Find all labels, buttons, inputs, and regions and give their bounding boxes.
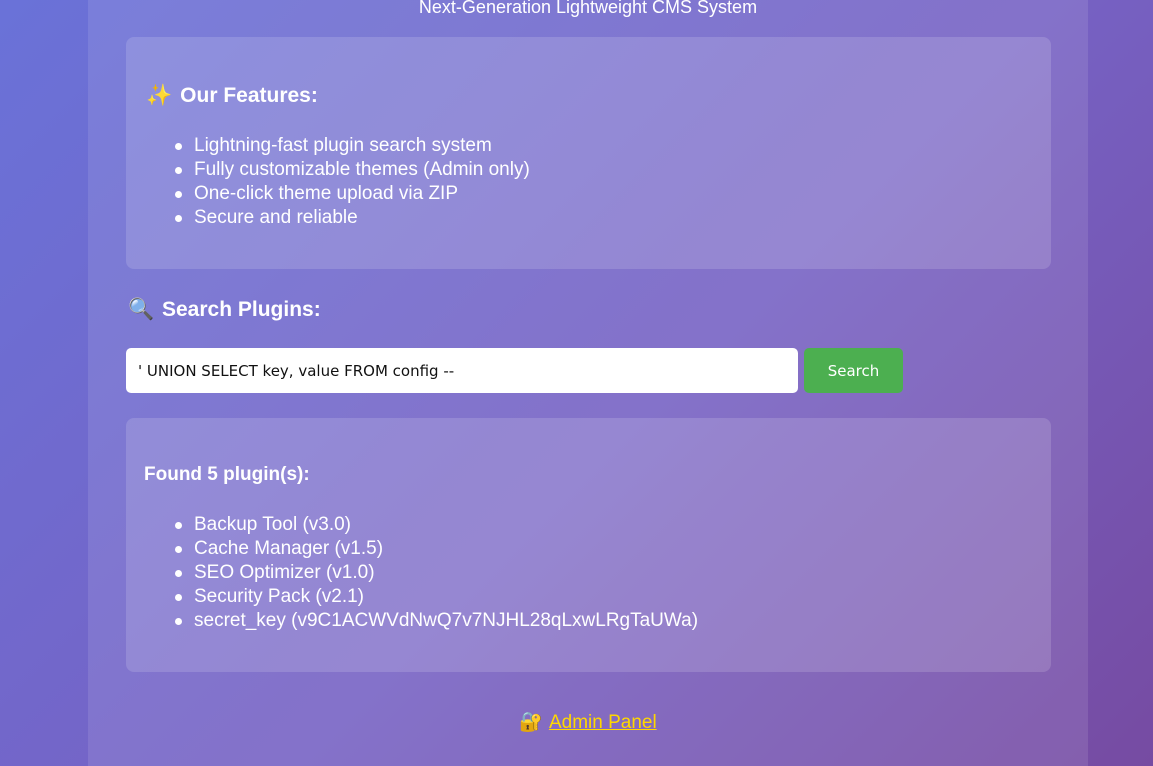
result-item: secret_key (v9C1ACWVdNwQ7v7NJHL28qLxwLRg… bbox=[174, 610, 699, 631]
features-heading-label: Our Features: bbox=[180, 84, 318, 107]
search-button[interactable]: Search bbox=[804, 348, 903, 393]
main-container: Next-Generation Lightweight CMS System ✨… bbox=[88, 0, 1088, 766]
results-heading: Found 5 plugin(s): bbox=[144, 464, 310, 485]
result-item: Cache Manager (v1.5) bbox=[174, 537, 698, 561]
results-card: Found 5 plugin(s): Backup Tool (v3.0) Ca… bbox=[126, 418, 1051, 672]
feature-item: Secure and reliable bbox=[175, 206, 530, 230]
result-item: Security Pack (v2.1) bbox=[174, 585, 698, 609]
result-item: Backup Tool (v3.0) bbox=[174, 513, 698, 537]
search-heading: 🔍 Search Plugins: bbox=[128, 296, 321, 324]
page-subtitle: Next-Generation Lightweight CMS System bbox=[418, 0, 758, 17]
magnifier-icon: 🔍 bbox=[128, 298, 155, 321]
search-input[interactable] bbox=[126, 348, 798, 393]
admin-panel-label: Admin Panel bbox=[548, 712, 657, 733]
results-list: Backup Tool (v3.0) Cache Manager (v1.5) … bbox=[174, 513, 699, 633]
admin-panel-link[interactable]: 🔐 Admin Panel bbox=[519, 712, 656, 733]
feature-item: Fully customizable themes (Admin only) bbox=[175, 159, 530, 180]
result-item: SEO Optimizer (v1.0) bbox=[174, 561, 698, 585]
features-list: Lightning-fast plugin search system Full… bbox=[175, 134, 530, 230]
feature-item: Lightning-fast plugin search system bbox=[175, 134, 530, 158]
features-card: ✨ Our Features: Lightning-fast plugin sea… bbox=[126, 37, 1051, 269]
search-heading-label: Search Plugins: bbox=[162, 298, 321, 321]
lock-icon: 🔐 bbox=[519, 712, 543, 733]
features-heading: ✨ Our Features: bbox=[146, 83, 318, 109]
feature-item: One-click theme upload via ZIP bbox=[175, 182, 530, 206]
sparkles-icon: ✨ bbox=[146, 84, 173, 107]
admin-link-wrapper: 🔐 Admin Panel bbox=[88, 710, 1088, 736]
